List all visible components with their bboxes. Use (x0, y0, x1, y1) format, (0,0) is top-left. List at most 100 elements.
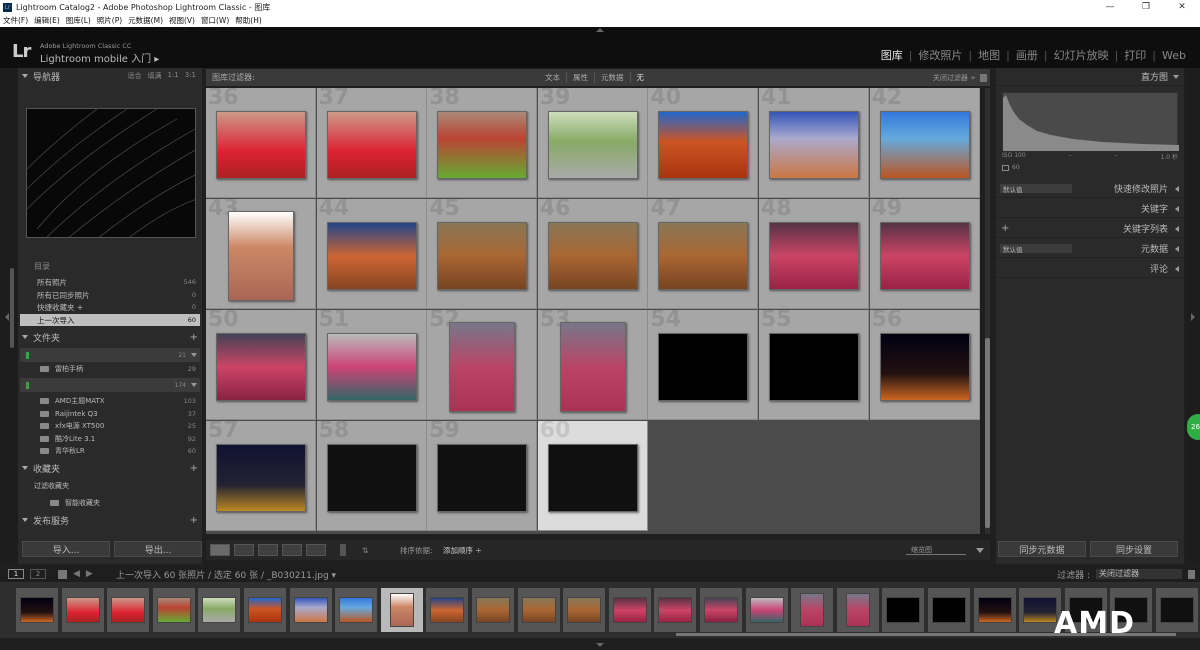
mobile-getting-started-link[interactable]: Lightroom mobile 入门 ▸ (40, 50, 159, 65)
filmstrip-cell[interactable] (380, 588, 423, 632)
grid-cell[interactable]: 38 (427, 88, 538, 198)
grid-cell[interactable]: 40 (648, 88, 759, 198)
metadata-preset-select[interactable]: 默认值 (1000, 244, 1072, 254)
maximize-button[interactable]: ❐ (1128, 0, 1164, 14)
collections-header[interactable]: 收藏夹 + (18, 460, 202, 476)
volume-row[interactable]: 21 (20, 348, 200, 362)
lock-icon[interactable] (1188, 569, 1195, 579)
photo-thumbnail[interactable] (879, 222, 970, 290)
photo-thumbnail[interactable] (547, 111, 638, 179)
photo-thumbnail[interactable] (559, 322, 626, 412)
catalog-all-photos[interactable]: 所有照片 546 (20, 276, 200, 288)
toolbar-menu-icon[interactable] (976, 547, 984, 553)
right-panel-toggle-icon[interactable] (1191, 313, 1195, 321)
grid-cell[interactable]: 58 (316, 421, 427, 531)
filmstrip-cell[interactable] (973, 588, 1016, 632)
filmstrip-cell[interactable] (16, 588, 58, 632)
photo-thumbnail[interactable] (769, 222, 859, 290)
monitor-2-button[interactable]: 2 (30, 569, 46, 579)
navigator-header[interactable]: 导航器 适合 填满 1:1 3:1 (18, 68, 202, 84)
module-develop[interactable]: 修改照片 (912, 47, 968, 63)
bottom-panel-toggle-icon[interactable] (596, 643, 604, 647)
photo-thumbnail[interactable] (658, 222, 749, 290)
filmstrip-cell[interactable] (1156, 588, 1198, 632)
filmstrip-cell[interactable] (152, 588, 195, 632)
zoom-1-1[interactable]: 1:1 (167, 71, 178, 81)
export-button[interactable]: 导出... (114, 541, 202, 557)
people-view-icon[interactable] (306, 544, 326, 556)
comments-header[interactable]: 评论 (996, 260, 1184, 278)
filmstrip-cell[interactable] (289, 588, 332, 632)
grid-cell[interactable]: 48 (759, 199, 869, 309)
navigator-preview[interactable] (26, 108, 196, 238)
folder-item[interactable]: xfx电源 XT500 25 (20, 420, 200, 432)
filmstrip-cell[interactable] (426, 588, 469, 632)
filmstrip-filter-select[interactable]: 关闭过滤器 (1096, 569, 1182, 579)
left-panel-scrollbar[interactable] (0, 68, 18, 564)
photo-thumbnail[interactable] (449, 322, 516, 412)
filmstrip-cell[interactable] (244, 588, 286, 632)
volume-row[interactable]: 174 (20, 378, 200, 392)
filmstrip-cell[interactable] (836, 588, 879, 632)
photo-thumbnail[interactable] (547, 444, 638, 512)
filmstrip-cell[interactable] (472, 588, 514, 632)
filter-attribute[interactable]: 属性 (566, 72, 594, 83)
minimize-button[interactable]: — (1092, 0, 1128, 14)
forward-arrow-icon[interactable]: ▶ (86, 569, 93, 579)
photo-thumbnail[interactable] (437, 111, 528, 179)
grid-cell[interactable]: 60 (537, 421, 648, 531)
keyword-list-header[interactable]: + 关键字列表 (996, 220, 1184, 238)
collection-smart-collections[interactable]: 智能收藏夹 (20, 497, 200, 509)
module-library[interactable]: 图库 (875, 47, 909, 63)
zoom-fill[interactable]: 填满 (147, 71, 161, 81)
photo-thumbnail[interactable] (216, 444, 306, 512)
folder-item[interactable]: 青华秋LR 60 (20, 445, 200, 457)
back-arrow-icon[interactable]: ◀ (73, 569, 80, 579)
photo-thumbnail[interactable] (216, 111, 306, 179)
photo-thumbnail[interactable] (769, 333, 859, 401)
grid-cell[interactable]: 43 (206, 199, 316, 309)
filmstrip-cell[interactable] (198, 588, 241, 632)
add-collection-icon[interactable]: + (190, 463, 198, 474)
zoom-3-1[interactable]: 3:1 (185, 71, 196, 81)
grid-cell[interactable]: 49 (869, 199, 980, 309)
filmstrip-cell[interactable] (335, 588, 378, 632)
grid-cell[interactable]: 42 (869, 88, 980, 198)
filter-preset-select[interactable]: 关闭过滤器 ÷ (933, 73, 976, 83)
grid-cell[interactable]: 41 (759, 88, 869, 198)
catalog-synced-photos[interactable]: 所有已同步照片 0 (20, 289, 200, 301)
filmstrip-cell[interactable] (745, 588, 788, 632)
menu-help[interactable]: 帮助(H) (235, 15, 262, 26)
sort-direction-icon[interactable]: ⇅ (362, 546, 368, 555)
grid-cell[interactable]: 52 (427, 310, 538, 420)
sync-settings-button[interactable]: 同步设置 (1090, 541, 1178, 557)
painter-icon[interactable] (340, 544, 346, 556)
filter-none[interactable]: 无 (629, 72, 651, 83)
quick-develop-preset-select[interactable]: 默认值 (1000, 184, 1072, 194)
filmstrip-cell[interactable] (563, 588, 606, 632)
photo-thumbnail[interactable] (437, 444, 528, 512)
import-button[interactable]: 导入... (22, 541, 110, 557)
grid-cell[interactable]: 59 (427, 421, 538, 531)
filmstrip-cell[interactable] (61, 588, 104, 632)
filmstrip-cell[interactable] (882, 588, 925, 632)
photo-thumbnail[interactable] (547, 222, 638, 290)
sort-select[interactable]: 添加顺序 ÷ (443, 545, 482, 556)
filmstrip-source[interactable]: 上一次导入 60 张照片 / 选定 60 张 / _B030211.jpg ▾ (116, 568, 336, 581)
quick-develop-header[interactable]: 默认值 快速修改照片 (996, 180, 1184, 198)
grid-cell[interactable]: 44 (316, 199, 427, 309)
module-print[interactable]: 打印 (1118, 47, 1152, 63)
filmstrip-cell[interactable] (700, 588, 742, 632)
monitor-1-button[interactable]: 1 (8, 569, 24, 579)
photo-thumbnail[interactable] (326, 333, 417, 401)
folders-header[interactable]: 文件夹 + (18, 329, 202, 345)
filmstrip-cell[interactable] (791, 588, 834, 632)
filmstrip-cell[interactable] (654, 588, 697, 632)
thumbnail-size-slider[interactable] (906, 554, 966, 555)
filter-metadata[interactable]: 元数据 (594, 72, 630, 83)
grid-cell[interactable]: 50 (206, 310, 316, 420)
catalog-previous-import[interactable]: 上一次导入 60 (20, 314, 200, 326)
menu-window[interactable]: 窗口(W) (201, 15, 229, 26)
add-folder-icon[interactable]: + (190, 332, 198, 343)
photo-thumbnail[interactable] (326, 222, 417, 290)
